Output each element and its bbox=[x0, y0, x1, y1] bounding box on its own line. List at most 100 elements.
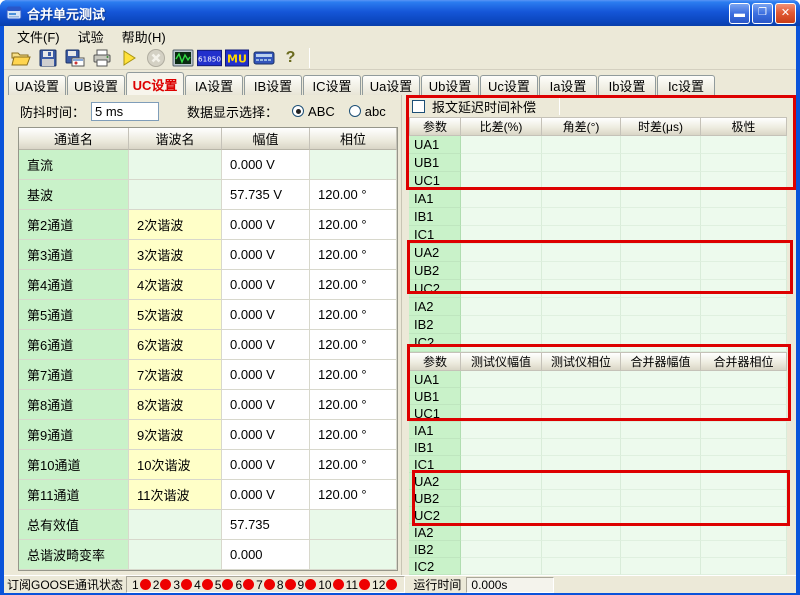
start-icon[interactable] bbox=[116, 46, 141, 69]
tab-IB设置[interactable]: IB设置 bbox=[244, 75, 302, 95]
value-cell bbox=[461, 244, 542, 262]
amplitude-cell[interactable]: 0.000 V bbox=[222, 210, 310, 240]
value-cell bbox=[461, 456, 542, 473]
amplitude-cell[interactable]: 0.000 V bbox=[222, 150, 310, 180]
tab-Ic设置[interactable]: Ic设置 bbox=[657, 75, 715, 95]
phase-cell[interactable]: 120.00 ° bbox=[310, 330, 397, 360]
mu-icon[interactable]: MU bbox=[224, 46, 249, 69]
phase-cell[interactable]: 120.00 ° bbox=[310, 300, 397, 330]
tab-Ub设置[interactable]: Ub设置 bbox=[421, 75, 479, 95]
tab-Uc设置[interactable]: Uc设置 bbox=[480, 75, 538, 95]
phase-cell[interactable]: 120.00 ° bbox=[310, 360, 397, 390]
value-cell bbox=[701, 507, 787, 524]
phase-cell[interactable]: 120.00 ° bbox=[310, 420, 397, 450]
debounce-input[interactable] bbox=[91, 102, 159, 121]
amplitude-cell[interactable]: 0.000 V bbox=[222, 270, 310, 300]
maximize-button[interactable]: ❐ bbox=[752, 3, 773, 24]
tab-IC设置[interactable]: IC设置 bbox=[303, 75, 361, 95]
minimize-button[interactable]: ▬ bbox=[729, 3, 750, 24]
phase-cell[interactable]: 120.00 ° bbox=[310, 390, 397, 420]
tab-UA设置[interactable]: UA设置 bbox=[8, 75, 66, 95]
amplitude-cell[interactable]: 0.000 V bbox=[222, 420, 310, 450]
tab-Ua设置[interactable]: Ua设置 bbox=[362, 75, 420, 95]
channel-table-body: 直流0.000 V基波57.735 V120.00 °第2通道2次谐波0.000… bbox=[19, 150, 397, 570]
goose-indicator-dot bbox=[160, 579, 171, 590]
goose-indicator-dot bbox=[359, 579, 370, 590]
goose-indicator-4: 4 bbox=[194, 578, 213, 592]
error-table-body-col-header-1: 比差(%) bbox=[461, 117, 542, 136]
value-cell bbox=[542, 154, 621, 172]
value-cell bbox=[461, 371, 542, 388]
channel-table-col-header-1: 谐波名 bbox=[129, 128, 222, 150]
phase-cell[interactable]: 120.00 ° bbox=[310, 450, 397, 480]
phase-cell[interactable]: 120.00 ° bbox=[310, 480, 397, 510]
value-cell bbox=[461, 507, 542, 524]
phase-cell[interactable]: 120.00 ° bbox=[310, 180, 397, 210]
amplitude-cell[interactable]: 0.000 V bbox=[222, 300, 310, 330]
error-table-row: IA1 bbox=[409, 190, 787, 208]
menu-test[interactable]: 试验 bbox=[69, 25, 113, 48]
tab-UC设置[interactable]: UC设置 bbox=[126, 72, 184, 95]
phase-cell[interactable]: 120.00 ° bbox=[310, 210, 397, 240]
amplitude-cell[interactable]: 0.000 bbox=[222, 540, 310, 570]
tab-Ia设置[interactable]: Ia设置 bbox=[539, 75, 597, 95]
stop-icon[interactable] bbox=[143, 46, 168, 69]
param-cell-IB1: IB1 bbox=[409, 439, 461, 456]
value-cell bbox=[461, 136, 542, 154]
value-cell bbox=[701, 280, 787, 298]
tab-IA设置[interactable]: IA设置 bbox=[185, 75, 243, 95]
iec61850-icon[interactable]: 61850 bbox=[197, 46, 222, 69]
radio-abc-upper[interactable] bbox=[292, 105, 304, 117]
phase-cell[interactable]: 120.00 ° bbox=[310, 270, 397, 300]
value-cell bbox=[542, 190, 621, 208]
amplitude-cell[interactable]: 0.000 V bbox=[222, 450, 310, 480]
amplitude-cell[interactable]: 0.000 V bbox=[222, 390, 310, 420]
error-table: 参数比差(%)角差(°)时差(μs)极性 UA1UB1UC1IA1IB1IC1U… bbox=[409, 117, 787, 352]
value-cell bbox=[542, 558, 621, 575]
amplitude-cell[interactable]: 0.000 V bbox=[222, 240, 310, 270]
tab-UB设置[interactable]: UB设置 bbox=[67, 75, 125, 95]
amplitude-cell[interactable]: 0.000 V bbox=[222, 480, 310, 510]
value-cell bbox=[542, 262, 621, 280]
value-cell bbox=[461, 541, 542, 558]
close-button[interactable]: ✕ bbox=[775, 3, 796, 24]
device-keypad-icon[interactable] bbox=[251, 46, 276, 69]
phase-cell[interactable]: 120.00 ° bbox=[310, 240, 397, 270]
menu-help[interactable]: 帮助(H) bbox=[113, 25, 175, 48]
value-cell bbox=[542, 136, 621, 154]
menu-file[interactable]: 文件(F) bbox=[8, 25, 69, 48]
tab-Ib设置[interactable]: Ib设置 bbox=[598, 75, 656, 95]
amplitude-cell[interactable]: 0.000 V bbox=[222, 360, 310, 390]
value-cell bbox=[621, 524, 701, 541]
save-report-icon[interactable] bbox=[62, 46, 87, 69]
goose-indicator-9: 9 bbox=[298, 578, 317, 592]
phase-cell[interactable] bbox=[310, 540, 397, 570]
phase-cell[interactable] bbox=[310, 150, 397, 180]
goose-indicator-12: 12 bbox=[372, 578, 397, 592]
print-icon[interactable] bbox=[89, 46, 114, 69]
value-cell bbox=[542, 371, 621, 388]
amplitude-cell[interactable]: 0.000 V bbox=[222, 330, 310, 360]
save-icon[interactable] bbox=[35, 46, 60, 69]
goose-indicator-5: 5 bbox=[215, 578, 234, 592]
value-cell bbox=[621, 388, 701, 405]
radio-abc-lower[interactable] bbox=[349, 105, 361, 117]
value-cell bbox=[621, 226, 701, 244]
delay-compensation-checkbox[interactable] bbox=[412, 100, 425, 113]
table-row: 总谐波畸变率0.000 bbox=[19, 540, 397, 570]
value-cell bbox=[621, 558, 701, 575]
help-icon[interactable]: ? bbox=[278, 46, 303, 69]
amplitude-cell[interactable]: 57.735 bbox=[222, 510, 310, 540]
compare-table-body-col-header-0: 参数 bbox=[409, 352, 461, 371]
open-icon[interactable] bbox=[8, 46, 33, 69]
waveform-icon[interactable] bbox=[170, 46, 195, 69]
param-cell-IB2: IB2 bbox=[409, 316, 461, 334]
value-cell bbox=[621, 316, 701, 334]
title-bar: 合并单元测试 ▬ ❐ ✕ bbox=[0, 0, 800, 26]
error-table-row: UB2 bbox=[409, 262, 787, 280]
phase-cell[interactable] bbox=[310, 510, 397, 540]
amplitude-cell[interactable]: 57.735 V bbox=[222, 180, 310, 210]
goose-indicator-8: 8 bbox=[277, 578, 296, 592]
runtime-label: 运行时间 bbox=[413, 576, 461, 593]
param-cell-IA2: IA2 bbox=[409, 298, 461, 316]
